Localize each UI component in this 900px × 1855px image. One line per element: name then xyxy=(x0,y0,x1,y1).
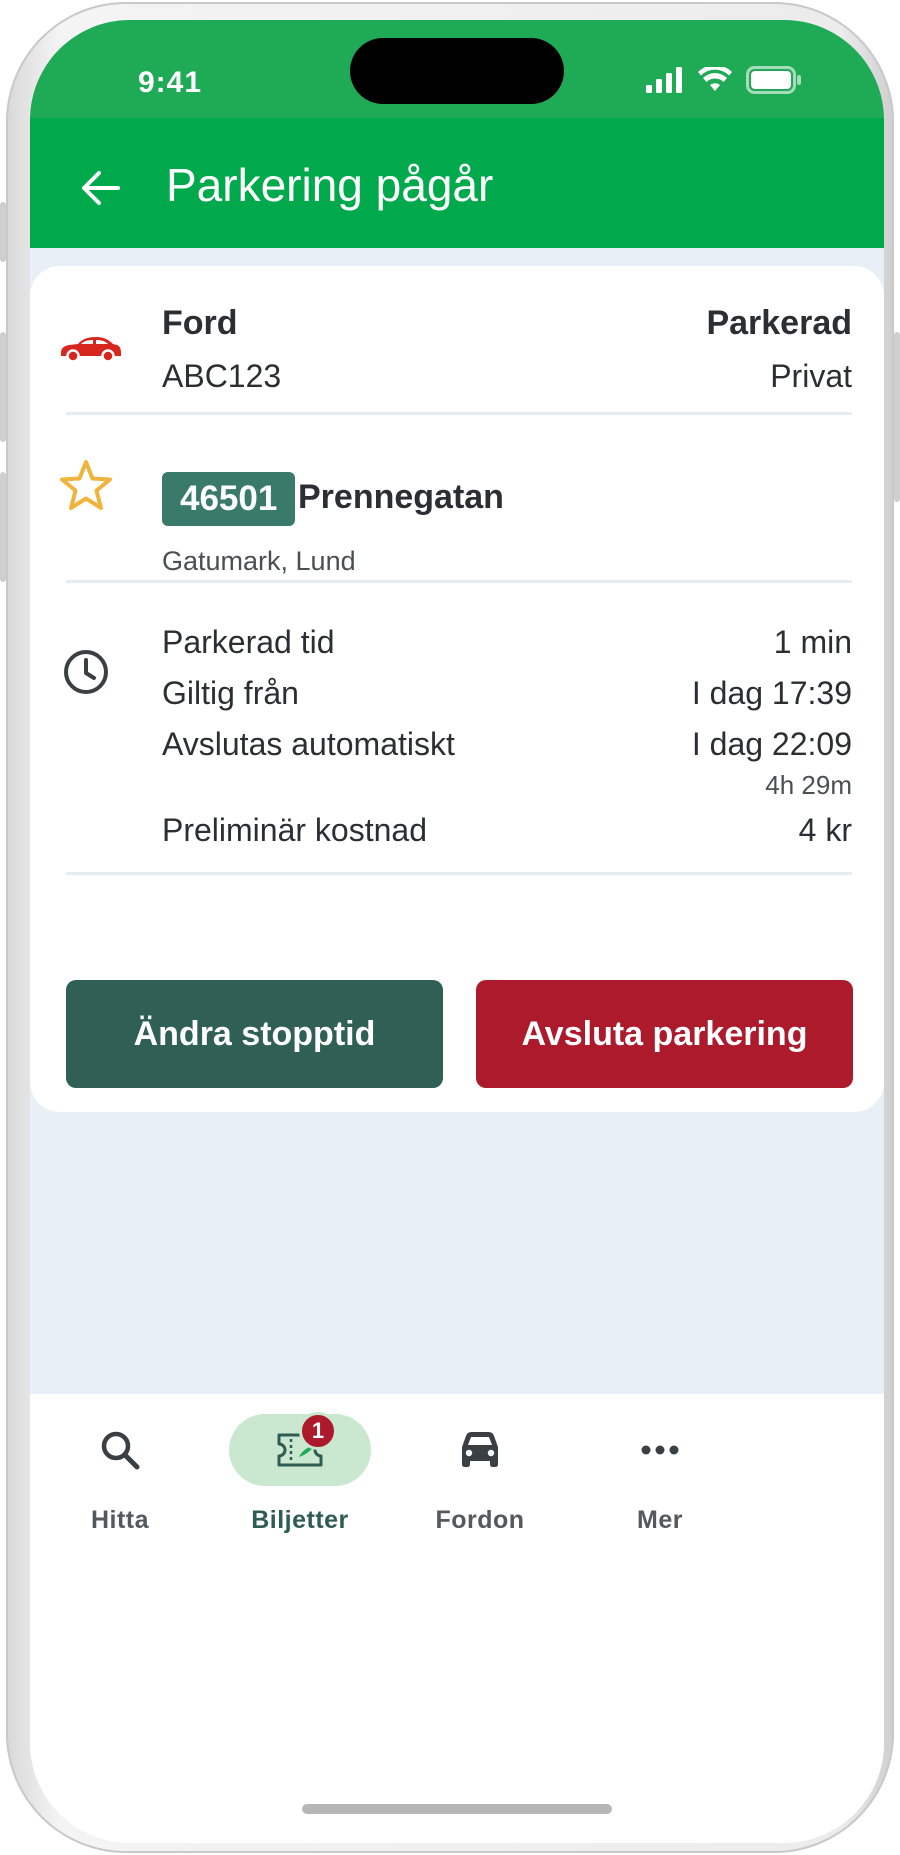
nav-icon-container xyxy=(409,1414,551,1486)
battery-icon xyxy=(746,66,801,94)
vehicle-type: Privat xyxy=(770,358,852,394)
cellular-signal-icon xyxy=(646,67,682,93)
nav-label-mer: Mer xyxy=(637,1506,683,1534)
parking-card: Ford ABC123 Parkerad Privat 46501 Prenne… xyxy=(30,266,884,1112)
page-title: Parkering pågår xyxy=(166,159,494,211)
divider xyxy=(66,580,852,583)
app-header: Parkering pågår xyxy=(30,118,884,248)
volume-down-button xyxy=(0,472,6,582)
parked-time-value: 1 min xyxy=(773,624,852,660)
more-icon xyxy=(641,1445,679,1455)
nav-item-biljetter[interactable]: 1 Biljetter xyxy=(210,1412,390,1554)
screen: 9:41 Parkering pågår Ford ABC123 Parkera… xyxy=(30,20,884,1843)
nav-item-mer[interactable]: Mer xyxy=(570,1414,750,1554)
zone-subtitle: Gatumark, Lund xyxy=(162,546,356,576)
arrow-left-icon xyxy=(82,171,120,205)
vehicle-brand: Ford xyxy=(162,304,238,342)
star-icon[interactable] xyxy=(58,458,114,514)
status-bar: 9:41 xyxy=(30,20,884,120)
vehicle-status: Parkerad xyxy=(706,304,852,342)
auto-end-remaining: 4h 29m xyxy=(765,770,852,800)
nav-label-biljetter: Biljetter xyxy=(251,1506,349,1534)
nav-item-fordon[interactable]: Fordon xyxy=(390,1414,570,1554)
nav-label-fordon: Fordon xyxy=(435,1506,525,1534)
nav-item-hitta[interactable]: Hitta xyxy=(30,1414,210,1554)
action-button xyxy=(0,202,6,262)
clock-icon xyxy=(60,646,112,698)
auto-end-label: Avslutas automatiskt xyxy=(162,726,455,762)
back-button[interactable] xyxy=(70,158,130,218)
vehicle-plate: ABC123 xyxy=(162,358,282,394)
bottom-nav: Hitta 1 Biljetter Fordon Mer xyxy=(30,1394,884,1843)
home-indicator xyxy=(302,1804,612,1814)
nav-label-hitta: Hitta xyxy=(90,1506,150,1534)
zone-code-badge: 46501 xyxy=(162,472,296,526)
status-time: 9:41 xyxy=(138,66,203,99)
phone-frame: 9:41 Parkering pågår Ford ABC123 Parkera… xyxy=(0,2,900,1853)
end-parking-button[interactable]: Avsluta parkering xyxy=(476,980,853,1088)
divider xyxy=(66,412,852,415)
nav-icon-container: 1 xyxy=(229,1412,371,1486)
nav-icon-container xyxy=(49,1414,191,1486)
search-icon xyxy=(101,1431,140,1470)
zone-name: Prennegatan xyxy=(298,478,504,516)
divider xyxy=(66,872,852,875)
cost-label: Preliminär kostnad xyxy=(162,812,427,848)
nav-icon-container xyxy=(589,1414,731,1486)
power-button xyxy=(894,332,900,502)
valid-from-label: Giltig från xyxy=(162,675,299,711)
notification-badge: 1 xyxy=(299,1412,337,1450)
auto-end-value: I dag 22:09 xyxy=(691,726,852,762)
car-icon xyxy=(58,328,122,368)
cost-value: 4 kr xyxy=(798,812,852,848)
volume-up-button xyxy=(0,332,6,442)
car-icon xyxy=(462,1432,498,1467)
status-icons xyxy=(646,66,802,94)
change-stop-time-button[interactable]: Ändra stopptid xyxy=(66,980,443,1088)
dynamic-island xyxy=(350,38,564,104)
wifi-icon xyxy=(698,67,732,91)
valid-from-value: I dag 17:39 xyxy=(691,675,852,711)
parked-time-label: Parkerad tid xyxy=(162,624,335,660)
